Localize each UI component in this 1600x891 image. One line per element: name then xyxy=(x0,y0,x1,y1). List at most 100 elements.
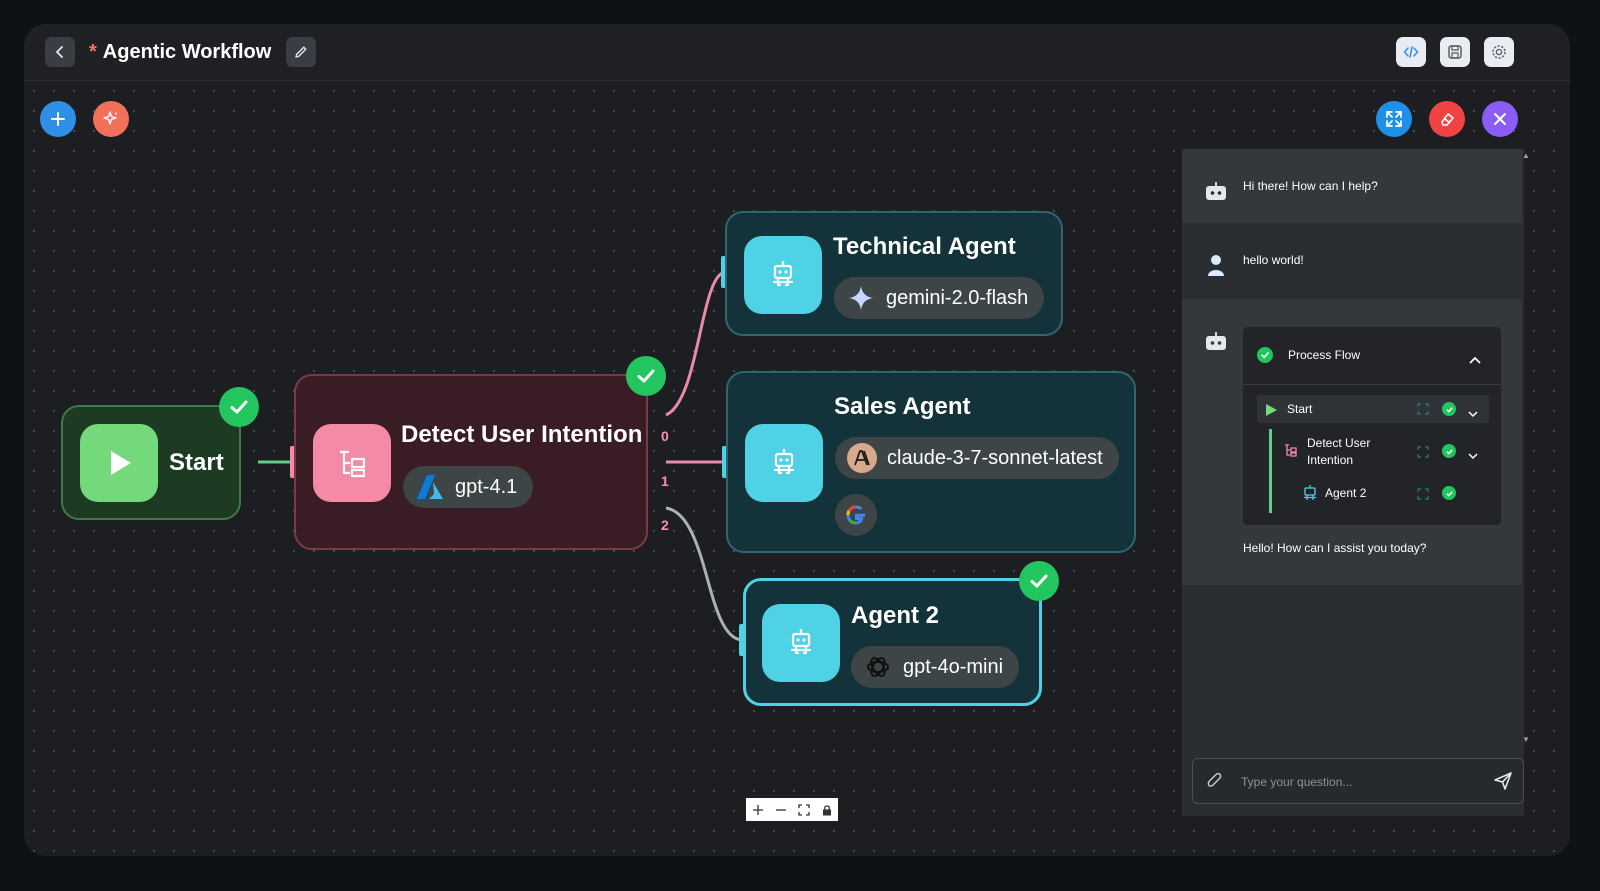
branch-icon xyxy=(1283,443,1297,462)
close-icon xyxy=(1494,113,1506,125)
technical-node-icon xyxy=(744,236,822,314)
technical-node-title: Technical Agent xyxy=(833,233,1016,260)
detect-node-model: gpt-4.1 xyxy=(455,475,518,498)
process-flow-title: Process Flow xyxy=(1288,348,1361,362)
process-step-label: Start xyxy=(1287,402,1313,416)
process-flow-header[interactable]: Process Flow xyxy=(1257,347,1360,363)
expand-icon[interactable] xyxy=(1417,487,1429,505)
chevron-up-icon[interactable] xyxy=(1469,351,1481,369)
chevron-down-icon[interactable] xyxy=(1468,405,1478,423)
plus-icon xyxy=(51,112,65,126)
technical-node-model: gemini-2.0-flash xyxy=(886,286,1029,309)
expand-button[interactable] xyxy=(1376,101,1412,137)
chat-message-text: Hi there! How can I help? xyxy=(1243,179,1378,193)
agent2-node-title: Agent 2 xyxy=(851,602,940,629)
check-icon xyxy=(230,400,248,414)
expand-icon xyxy=(1386,111,1402,127)
robot-icon xyxy=(790,628,812,655)
chat-input-box xyxy=(1192,758,1524,804)
workflow-title: Agentic Workflow xyxy=(102,40,272,63)
technical-agent-node[interactable]: Technical Agent gemini-2.0-flash xyxy=(725,211,1063,336)
process-step-start[interactable]: Start xyxy=(1257,395,1489,423)
lock-icon xyxy=(822,804,831,815)
clear-button[interactable] xyxy=(1429,101,1465,137)
zoom-in-button[interactable] xyxy=(748,800,768,820)
canvas-zoom-controls xyxy=(746,798,838,821)
lock-button[interactable] xyxy=(817,800,837,820)
start-node-success-badge xyxy=(219,387,259,427)
check-icon xyxy=(637,369,655,383)
technical-node-model-pill: gemini-2.0-flash xyxy=(834,277,1045,319)
bot-avatar-icon xyxy=(1204,332,1228,357)
google-logo-icon xyxy=(846,505,865,525)
sales-node-model-pill: claude-3-7-sonnet-latest xyxy=(835,437,1119,479)
sales-node-icon xyxy=(745,424,823,502)
detect-node-model-pill: gpt-4.1 xyxy=(403,466,534,508)
detect-node-title: Detect User Intention xyxy=(401,421,643,448)
robot-icon xyxy=(772,260,794,287)
zoom-out-button[interactable] xyxy=(771,800,791,820)
plus-icon xyxy=(752,804,763,815)
code-icon xyxy=(1403,46,1419,58)
branch-icon xyxy=(340,450,366,478)
process-step-detect[interactable]: Detect User Intention xyxy=(1283,433,1489,469)
chat-message-text: hello world! xyxy=(1243,253,1304,267)
back-button[interactable] xyxy=(45,37,75,67)
add-node-button[interactable] xyxy=(40,101,76,137)
openai-logo-icon xyxy=(863,652,893,682)
agent2-node-model-pill: gpt-4o-mini xyxy=(851,646,1020,688)
start-node-title: Start xyxy=(169,449,224,476)
chat-question-input[interactable] xyxy=(1239,769,1473,795)
edit-title-button[interactable] xyxy=(286,37,316,67)
ai-generate-button[interactable] xyxy=(93,101,129,137)
sales-node-title: Sales Agent xyxy=(834,393,971,420)
send-icon[interactable] xyxy=(1493,771,1513,796)
scroll-down-arrow-icon[interactable]: ▼ xyxy=(1522,735,1530,744)
process-step-label: Agent 2 xyxy=(1325,486,1367,500)
user-avatar-icon xyxy=(1206,253,1226,282)
fit-view-icon xyxy=(797,803,810,816)
anthropic-logo-icon xyxy=(847,443,877,473)
process-flow-status-icon xyxy=(1257,347,1273,363)
gemini-logo-icon xyxy=(846,283,876,313)
agent2-node-icon xyxy=(762,604,840,682)
sparkle-icon xyxy=(103,111,117,125)
detect-intention-node[interactable]: Detect User Intention gpt-4.1 xyxy=(294,374,648,550)
save-button[interactable] xyxy=(1440,37,1470,67)
divider xyxy=(1243,384,1501,385)
eraser-icon xyxy=(1441,113,1454,126)
agent2-node-model: gpt-4o-mini xyxy=(903,655,1004,678)
google-tool-badge[interactable] xyxy=(835,494,877,536)
azure-logo-icon xyxy=(415,472,445,502)
agent2-node[interactable]: Agent 2 gpt-4o-mini xyxy=(743,578,1042,706)
settings-button[interactable] xyxy=(1484,37,1514,67)
code-view-button[interactable] xyxy=(1396,37,1426,67)
success-check-icon xyxy=(1442,444,1456,458)
attach-icon[interactable] xyxy=(1205,771,1225,796)
start-node[interactable]: Start xyxy=(61,405,241,520)
chevron-down-icon[interactable] xyxy=(1468,447,1478,465)
chat-message-user-1: hello world! xyxy=(1182,223,1522,299)
detect-node-icon xyxy=(313,424,391,502)
sales-node-model: claude-3-7-sonnet-latest xyxy=(887,446,1103,469)
check-icon xyxy=(1030,574,1048,588)
bot-avatar-icon xyxy=(1204,182,1228,207)
pencil-icon xyxy=(295,46,307,58)
branch-label-1: 1 xyxy=(661,473,669,489)
expand-icon[interactable] xyxy=(1417,402,1429,420)
sales-agent-node[interactable]: Sales Agent claude-3-7-sonnet-latest xyxy=(726,371,1136,553)
success-check-icon xyxy=(1442,486,1456,500)
unsaved-marker: * xyxy=(89,40,97,63)
play-icon xyxy=(1265,403,1277,421)
process-tree-line xyxy=(1269,429,1272,513)
gear-icon xyxy=(1492,45,1506,59)
process-flow-card: Process Flow Start Detect User Intention xyxy=(1243,327,1501,525)
expand-icon[interactable] xyxy=(1417,445,1429,463)
close-chat-button[interactable] xyxy=(1482,101,1518,137)
chevron-left-icon xyxy=(55,46,63,58)
scroll-up-arrow-icon[interactable]: ▲ xyxy=(1522,151,1530,160)
branch-label-2: 2 xyxy=(661,517,669,533)
process-step-agent2[interactable]: Agent 2 xyxy=(1303,483,1489,503)
success-check-icon xyxy=(1442,402,1456,416)
fit-view-button[interactable] xyxy=(794,800,814,820)
